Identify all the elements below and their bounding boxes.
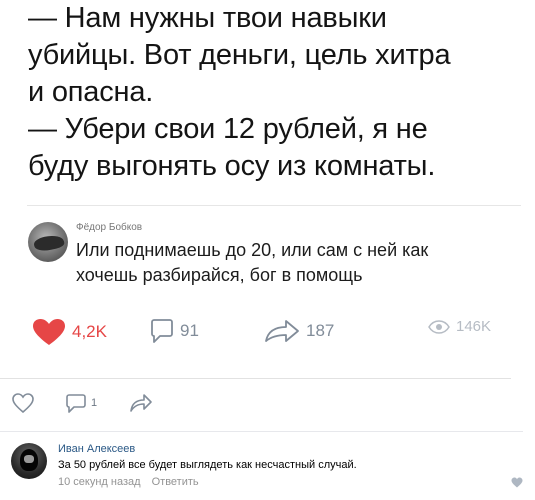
divider xyxy=(0,378,511,379)
divider xyxy=(0,431,523,432)
post-text-line: — Нам нужны твои навыки xyxy=(28,2,387,34)
comment-text-line: хочешь разбирайся, бог в помощь xyxy=(76,265,363,285)
avatar[interactable] xyxy=(11,443,47,479)
divider xyxy=(27,205,521,206)
comment-bubble-icon xyxy=(150,318,174,344)
eye-icon xyxy=(428,319,450,334)
share-button[interactable] xyxy=(129,392,153,414)
comment-author-link[interactable]: Иван Алексеев xyxy=(58,443,135,455)
comment-like-button[interactable] xyxy=(511,477,523,488)
comment-text: Или поднимаешь до 20, или сам с ней как … xyxy=(76,238,516,288)
views-count: 146K xyxy=(456,318,492,335)
comments-stat: 91 xyxy=(150,318,199,344)
post-text-line: буду выгонять осу из комнаты. xyxy=(28,150,436,182)
comments-count: 91 xyxy=(180,321,199,340)
heart-icon xyxy=(32,318,66,346)
reply-button[interactable]: Ответить xyxy=(152,476,199,488)
views-stat: 146K xyxy=(428,318,491,335)
comment-author: Фёдор Бобков xyxy=(76,222,143,233)
reposts-stat: 187 xyxy=(264,318,334,344)
post-text-line: убийцы. Вот деньги, цель хитра xyxy=(28,39,451,71)
comment-button[interactable]: 1 xyxy=(65,392,97,414)
like-button[interactable] xyxy=(11,392,35,414)
comment: Иван Алексеев За 50 рублей все будет выг… xyxy=(11,441,531,499)
comment-text: За 50 рублей все будет выглядеть как нес… xyxy=(58,459,357,471)
avatar xyxy=(28,222,68,262)
comment-count: 1 xyxy=(91,397,98,409)
comment-time[interactable]: 10 секунд назад xyxy=(58,476,141,488)
likes-count: 4,2K xyxy=(72,322,107,341)
likes-stat: 4,2K xyxy=(32,318,107,346)
comment-meta: 10 секунд назад Ответить xyxy=(58,476,199,488)
share-arrow-icon xyxy=(129,392,153,414)
post-text-line: и опасна. xyxy=(28,76,154,108)
share-arrow-icon xyxy=(264,318,300,344)
comment-bubble-icon xyxy=(65,392,87,414)
heart-outline-icon xyxy=(11,392,35,414)
post-text-line: — Убери свои 12 рублей, я не xyxy=(28,113,428,145)
embedded-post-stats: 4,2K 91 187 146K xyxy=(32,318,512,346)
comment-text-line: Или поднимаешь до 20, или сам с ней как xyxy=(76,240,429,260)
post-text: — Нам нужны твои навыки убийцы. Вот день… xyxy=(28,0,528,185)
reposts-count: 187 xyxy=(306,321,335,340)
heart-icon xyxy=(511,477,523,488)
